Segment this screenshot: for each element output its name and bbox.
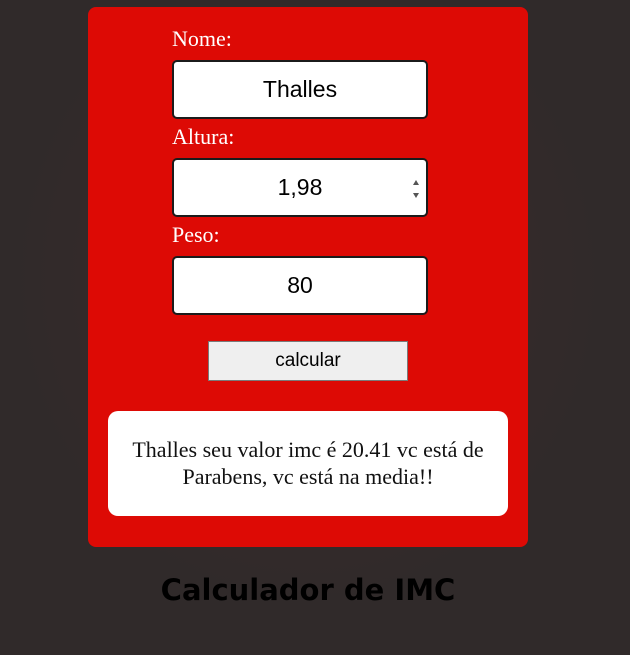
weight-label: Peso: (172, 222, 220, 247)
height-label: Altura: (172, 124, 235, 149)
height-value: 1,98 (277, 174, 323, 200)
height-input[interactable]: 1,98 (172, 158, 428, 217)
page-title: Calculador de IMC (160, 573, 456, 607)
imc-form-card: Nome: Thalles Altura: 1,98 Peso: 80 calc… (88, 7, 528, 547)
result-message: Thalles seu valor imc é 20.41 vc está de… (132, 437, 484, 489)
result-box: Thalles seu valor imc é 20.41 vc está de… (108, 411, 508, 516)
calculate-button[interactable]: calcular (208, 341, 408, 381)
name-input[interactable]: Thalles (172, 60, 428, 119)
name-label: Nome: (172, 26, 232, 51)
spinner-arrows-icon[interactable] (411, 177, 421, 201)
spinner-down-icon[interactable] (413, 193, 419, 198)
spinner-up-icon[interactable] (413, 180, 419, 185)
weight-input[interactable]: 80 (172, 256, 428, 315)
